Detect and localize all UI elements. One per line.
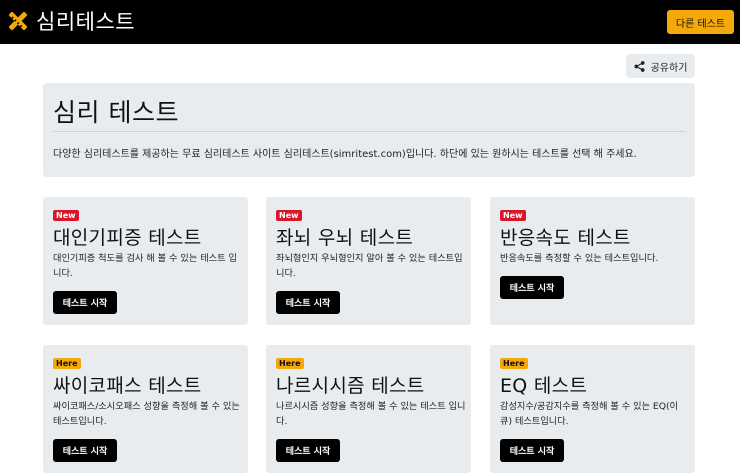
brand-title: 심리테스트 — [36, 10, 136, 34]
share-icon — [634, 60, 645, 72]
test-card-reaction-speed: New 반응속도 테스트 반응속도를 측정할 수 있는 테스트입니다. 테스트 … — [490, 197, 695, 325]
card-title: EQ 테스트 — [500, 375, 588, 397]
start-test-button[interactable]: 테스트 시작 — [53, 439, 117, 462]
card-title: 좌뇌 우뇌 테스트 — [276, 227, 414, 249]
start-test-button[interactable]: 테스트 시작 — [276, 291, 340, 314]
card-description: 싸이코패스/소시오패스 성향을 측정해 볼 수 있는 테스트입니다. — [53, 401, 240, 427]
card-title: 싸이코패스 테스트 — [53, 375, 202, 397]
hero-divider — [53, 131, 685, 132]
page-title: 심리 테스트 — [53, 98, 179, 127]
new-badge: New — [53, 210, 79, 221]
start-test-button[interactable]: 테스트 시작 — [500, 439, 564, 462]
here-badge: Here — [53, 358, 81, 369]
test-card-social-phobia: New 대인기피증 테스트 대인기피증 척도를 검사 해 볼 수 있는 테스트 … — [43, 197, 248, 325]
new-badge: New — [500, 210, 526, 221]
card-description: 감성지수/공감지수를 측정해 볼 수 있는 EQ(이큐) 테스트입니다. — [500, 401, 679, 427]
start-test-button[interactable]: 테스트 시작 — [276, 439, 340, 462]
card-description: 반응속도를 측정할 수 있는 테스트입니다. — [500, 253, 659, 264]
card-description: 대인기피증 척도를 검사 해 볼 수 있는 테스트 입니다. — [53, 253, 237, 279]
card-title: 반응속도 테스트 — [500, 227, 631, 249]
test-card-narcissism: Here 나르시시즘 테스트 나르시시즘 성향을 측정해 볼 수 있는 테스트 … — [266, 345, 471, 473]
card-title: 대인기피증 테스트 — [53, 227, 202, 249]
new-badge: New — [276, 210, 302, 221]
here-badge: Here — [500, 358, 528, 369]
share-button[interactable]: 공유하기 — [626, 54, 695, 78]
pencil-ruler-icon — [6, 9, 30, 33]
hero-panel: 심리 테스트 다양한 심리테스트를 제공하는 무료 심리테스트 사이트 심리테스… — [43, 83, 695, 177]
brand-link[interactable]: 심리테스트 — [6, 6, 135, 36]
card-title: 나르시시즘 테스트 — [276, 375, 425, 397]
share-label: 공유하기 — [650, 62, 688, 74]
test-card-left-right-brain: New 좌뇌 우뇌 테스트 좌뇌형인지 우뇌형인지 알아 볼 수 있는 테스트입… — [266, 197, 471, 325]
card-description: 좌뇌형인지 우뇌형인지 알아 볼 수 있는 테스트입니다. — [276, 253, 463, 279]
here-badge: Here — [276, 358, 304, 369]
card-description: 나르시시즘 성향을 측정해 볼 수 있는 테스트 입니다. — [276, 401, 466, 427]
other-tests-button[interactable]: 다른 테스트 — [667, 10, 734, 34]
test-card-eq: Here EQ 테스트 감성지수/공감지수를 측정해 볼 수 있는 EQ(이큐)… — [490, 345, 695, 473]
hero-description: 다양한 심리테스트를 제공하는 무료 심리테스트 사이트 심리테스트(simri… — [53, 149, 637, 160]
test-card-psychopath: Here 싸이코패스 테스트 싸이코패스/소시오패스 성향을 측정해 볼 수 있… — [43, 345, 248, 473]
start-test-button[interactable]: 테스트 시작 — [500, 276, 564, 299]
start-test-button[interactable]: 테스트 시작 — [53, 291, 117, 314]
top-navbar: 심리테스트 다른 테스트 — [0, 0, 740, 44]
